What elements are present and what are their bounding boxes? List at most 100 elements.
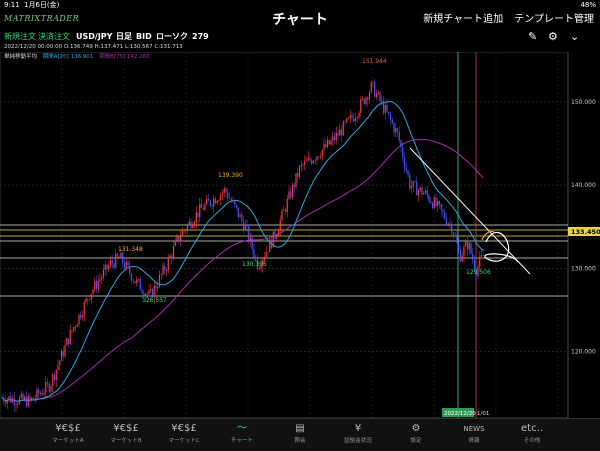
nav-chart[interactable]: 〜 チャート (210, 419, 274, 451)
chart-toolbar: 新規注文 決済注文 USD/JPY 日足 BID ローソク 279 ✎ ⚙ ⌄ (0, 31, 600, 43)
date-badge-label: 2022/12/20 (444, 411, 476, 417)
candle-body (428, 195, 430, 202)
nav-label: マーケットA (52, 438, 84, 444)
nav-market-c[interactable]: ¥€$£ マーケットC (152, 419, 216, 451)
nav-settings[interactable]: ⚙ 設定 (384, 419, 448, 451)
candle-body (183, 230, 185, 232)
nav-info[interactable]: NEWS 情報 (442, 419, 506, 451)
candle-body (232, 200, 234, 202)
chart-type-select[interactable]: ローソク (156, 31, 188, 43)
chart-area[interactable]: 151.944 139.390 130.395 131.348 126.557 … (0, 51, 600, 419)
candle-body (332, 136, 334, 141)
candle-body (284, 209, 287, 212)
candle-body (365, 97, 367, 105)
candle-body (59, 360, 61, 366)
nav-other[interactable]: etc.. その他 (500, 419, 564, 451)
candle-body (55, 369, 57, 381)
news-icon: NEWS (463, 425, 485, 433)
candle-body (227, 192, 229, 199)
candle-body (41, 393, 43, 395)
candle-body (158, 274, 161, 287)
candlestick-chart[interactable]: 151.944 139.390 130.395 131.348 126.557 … (0, 51, 600, 419)
candle-body (1, 397, 3, 398)
candle-body (333, 136, 336, 141)
add-chart-button[interactable]: 新規チャート追加 (423, 14, 503, 25)
gear-icon[interactable]: ⚙ (548, 31, 558, 43)
candle-body (43, 392, 45, 395)
candle-body (190, 221, 192, 228)
nav-market-b[interactable]: ¥€$£ マーケットB (94, 419, 158, 451)
plot-frame (0, 51, 569, 419)
candle-body (127, 261, 129, 266)
y-tick-label: 120.000 (571, 348, 596, 355)
bar-count[interactable]: 279 (192, 31, 209, 43)
candle-body (410, 186, 413, 189)
candle-body (81, 315, 84, 318)
candle-body (269, 239, 271, 253)
ohlc-values: 2022/12/20 00:00:00 O:136.749 H:137.471 … (4, 44, 183, 50)
candle-body (202, 207, 204, 210)
candle-body (200, 203, 203, 208)
period-select[interactable]: 日足 (116, 31, 132, 43)
candle-body (370, 82, 372, 93)
candle-body (305, 160, 308, 162)
candle-body (253, 249, 255, 258)
candle-body (204, 204, 206, 210)
candle-body (242, 220, 245, 231)
candle-body (10, 396, 12, 403)
candle-body (409, 175, 411, 189)
candle-body (11, 398, 14, 403)
candle-body (13, 398, 15, 406)
status-date: 1月6日(金) (24, 1, 60, 9)
candle-body (468, 243, 470, 250)
candle-body (339, 129, 341, 136)
candle-body (15, 404, 17, 406)
candle-body (405, 167, 407, 171)
candle-body (431, 203, 434, 209)
candle-body (39, 393, 42, 395)
candle-body (456, 236, 458, 243)
candle-body (53, 374, 56, 381)
candle-body (27, 396, 29, 407)
settle-order-button[interactable]: 決済注文 (38, 31, 70, 43)
pencil-icon[interactable]: ✎ (528, 31, 537, 43)
side-select[interactable]: BID (136, 31, 152, 43)
candle-body (458, 242, 460, 250)
candle-body (125, 261, 127, 269)
nav-margin[interactable]: ¥ 証拠金状況 (326, 419, 390, 451)
candle-body (244, 224, 246, 231)
candle-body (442, 209, 444, 212)
candle-body (94, 280, 96, 290)
battery-indicator: 48% (580, 1, 596, 9)
candle-body (314, 160, 316, 161)
candle-body (76, 324, 78, 327)
candle-body (368, 92, 371, 100)
chevron-down-icon[interactable]: ⌄ (570, 31, 579, 43)
candle-body (360, 99, 362, 113)
candle-body (111, 260, 113, 264)
nav-inquiry[interactable]: ▤ 照会 (268, 419, 332, 451)
nav-label: 証拠金状況 (344, 438, 372, 444)
yen-icon: ¥ (354, 423, 362, 434)
candle-body (438, 201, 441, 204)
template-manage-button[interactable]: テンプレート管理 (514, 14, 594, 25)
candle-body (451, 223, 453, 233)
candle-body (116, 253, 119, 257)
ma-legend-label: 単純移動平均 (4, 54, 38, 60)
currency-pair-select[interactable]: USD/JPY (76, 31, 112, 43)
candle-body (391, 119, 393, 124)
candle-body (249, 237, 252, 242)
candle-body (120, 252, 122, 258)
candle-body (423, 192, 425, 195)
nav-market-a[interactable]: ¥€$£ マーケットA (36, 419, 100, 451)
candle-body (304, 161, 306, 166)
candle-body (263, 256, 266, 260)
candle-body (290, 191, 292, 198)
candle-body (92, 289, 94, 295)
candle-body (407, 170, 409, 176)
candle-body (46, 382, 49, 384)
candle-body (66, 338, 68, 346)
new-order-button[interactable]: 新規注文 (4, 31, 36, 43)
currency-icon: ¥€$£ (113, 423, 139, 434)
candle-body (395, 128, 397, 133)
